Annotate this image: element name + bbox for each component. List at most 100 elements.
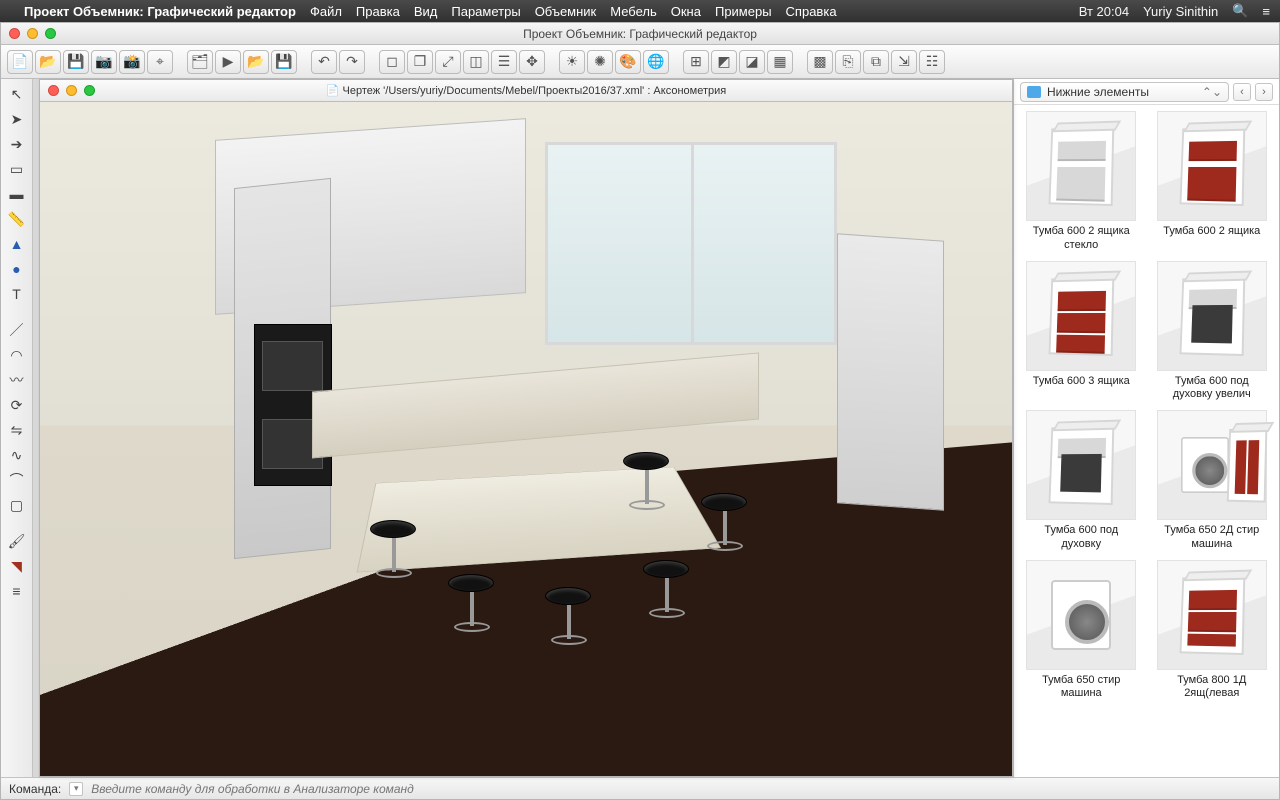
palette-icon[interactable]: 🎨: [615, 50, 641, 74]
save-file[interactable]: 💾: [63, 50, 89, 74]
rect-fill-tool[interactable]: ▬: [5, 183, 29, 205]
folder-blue-play[interactable]: ▶: [215, 50, 241, 74]
menu-obemnik[interactable]: Объемник: [535, 4, 597, 19]
zoom-icon[interactable]: [45, 28, 56, 39]
arrow-tool[interactable]: ➤: [5, 108, 29, 130]
pointer-tool[interactable]: ↖: [5, 83, 29, 105]
window-dup-icon[interactable]: ❐: [407, 50, 433, 74]
cube-blue-icon[interactable]: ◩: [711, 50, 737, 74]
center-area: 📄 Чертеж '/Users/yuriy/Documents/Mebel/П…: [33, 79, 1013, 777]
catalogue-item[interactable]: Тумба 600 3 ящика: [1020, 261, 1143, 403]
folder-open[interactable]: 📂: [243, 50, 269, 74]
spotlight-icon[interactable]: 🔍: [1232, 3, 1248, 19]
doc-zoom-icon[interactable]: [84, 85, 95, 96]
sphere-tool[interactable]: ●: [5, 258, 29, 280]
disk-icon[interactable]: 💾: [271, 50, 297, 74]
command-input[interactable]: [91, 782, 1271, 796]
grid-icon[interactable]: ▦: [767, 50, 793, 74]
catalogue-item[interactable]: Тумба 650 стир машина: [1020, 560, 1143, 702]
catalogue-item[interactable]: Тумба 650 2Д стир машина: [1151, 410, 1274, 552]
catalogue-item[interactable]: Тумба 600 2 ящика стекло: [1020, 111, 1143, 253]
new-file[interactable]: 📄: [7, 50, 33, 74]
open-file[interactable]: 📂: [35, 50, 61, 74]
catalogue-category-select[interactable]: Нижние элементы ⌃⌄: [1020, 82, 1229, 102]
measure-tool[interactable]: 📏: [5, 208, 29, 230]
doc-close-icon[interactable]: [48, 85, 59, 96]
window-icon[interactable]: ◻: [379, 50, 405, 74]
arrow-alt-tool[interactable]: ➔: [5, 133, 29, 155]
copy-stack-icon[interactable]: ⧉: [863, 50, 889, 74]
catalogue-item-label: Тумба 650 стир машина: [1025, 674, 1137, 702]
document-title: Чертеж '/Users/yuriy/Documents/Mebel/Про…: [343, 85, 727, 97]
menu-params[interactable]: Параметры: [451, 4, 520, 19]
catalogue-header: Нижние элементы ⌃⌄ ‹ ›: [1014, 79, 1279, 105]
menu-file[interactable]: Файл: [310, 4, 342, 19]
menubar-clock: Вт 20:04: [1079, 4, 1129, 19]
cube-dark-icon[interactable]: ◪: [739, 50, 765, 74]
link-icon[interactable]: ⇲: [891, 50, 917, 74]
catalogue-prev-button[interactable]: ‹: [1233, 83, 1251, 101]
catalogue-item[interactable]: Тумба 600 2 ящика: [1151, 111, 1274, 253]
move-icon[interactable]: ✥: [519, 50, 545, 74]
menu-view[interactable]: Вид: [414, 4, 438, 19]
rotate-tool[interactable]: ⟳: [5, 394, 29, 416]
camera-dark-icon[interactable]: 📸: [119, 50, 145, 74]
text-tool[interactable]: T: [5, 283, 29, 305]
cone-tool[interactable]: ▲: [5, 233, 29, 255]
crop-tool[interactable]: ▢: [5, 494, 29, 516]
kitchen-scene: [40, 102, 1012, 776]
fit-screen-icon[interactable]: ⤢: [435, 50, 461, 74]
close-icon[interactable]: [9, 28, 20, 39]
menubar-app-name[interactable]: Проект Объемник: Графический редактор: [24, 4, 296, 19]
minimize-icon[interactable]: [27, 28, 38, 39]
curve-tool[interactable]: ∿: [5, 444, 29, 466]
command-history-button[interactable]: ▾: [69, 782, 83, 796]
3d-viewport[interactable]: [40, 102, 1012, 776]
grid-dark-icon[interactable]: ▩: [807, 50, 833, 74]
cube-red-tool[interactable]: ◥: [5, 555, 29, 577]
catalogue-item[interactable]: Тумба 600 под духовку: [1020, 410, 1143, 552]
catalogue-thumb: [1026, 111, 1136, 221]
menu-furniture[interactable]: Мебель: [610, 4, 657, 19]
folder-icon: [1027, 86, 1041, 98]
sun-alt-icon[interactable]: ✺: [587, 50, 613, 74]
main-window-title: Проект Объемник: Графический редактор: [1, 27, 1279, 41]
menu-windows[interactable]: Окна: [671, 4, 701, 19]
layers-icon[interactable]: ☰: [491, 50, 517, 74]
command-label: Команда:: [9, 782, 61, 796]
sun-icon[interactable]: ☀: [559, 50, 585, 74]
undo-icon[interactable]: ↶: [311, 50, 337, 74]
earth-icon[interactable]: 🌐: [643, 50, 669, 74]
align-tool[interactable]: ≡: [5, 580, 29, 602]
menubar-user[interactable]: Yuriy Sinithin: [1143, 4, 1218, 19]
catalogue-next-button[interactable]: ›: [1255, 83, 1273, 101]
snap-icon[interactable]: ⌖: [147, 50, 173, 74]
arc-tool[interactable]: ◠: [5, 344, 29, 366]
catalogue-item-label: Тумба 600 под духовку: [1025, 524, 1137, 552]
catalogue-item[interactable]: Тумба 600 под духовку увелич: [1151, 261, 1274, 403]
arc2-tool[interactable]: ⌒: [5, 469, 29, 491]
main-titlebar: Проект Объемник: Графический редактор: [1, 23, 1279, 45]
menu-help[interactable]: Справка: [786, 4, 837, 19]
doc-minimize-icon[interactable]: [66, 85, 77, 96]
file-icon: 📄: [326, 85, 340, 97]
catalogue-panel: Нижние элементы ⌃⌄ ‹ › Тумба 600 2 ящика…: [1013, 79, 1279, 777]
object-icon[interactable]: ◫: [463, 50, 489, 74]
catalogue-item-label: Тумба 650 2Д стир машина: [1156, 524, 1268, 552]
flip-tool[interactable]: ⇋: [5, 419, 29, 441]
list-icon[interactable]: ☷: [919, 50, 945, 74]
catalogue-item[interactable]: Тумба 800 1Д 2ящ(левая: [1151, 560, 1274, 702]
menu-edit[interactable]: Правка: [356, 4, 400, 19]
catalogue-thumb: [1157, 560, 1267, 670]
redo-icon[interactable]: ↷: [339, 50, 365, 74]
polyline-tool[interactable]: 〰: [5, 369, 29, 391]
camera-icon[interactable]: 📷: [91, 50, 117, 74]
copy-icon[interactable]: ⎘: [835, 50, 861, 74]
menu-examples[interactable]: Примеры: [715, 4, 772, 19]
line-tool[interactable]: ／: [5, 319, 29, 341]
rect-tool[interactable]: ▭: [5, 158, 29, 180]
folder-blue[interactable]: 🗂: [187, 50, 213, 74]
group-icon[interactable]: ⊞: [683, 50, 709, 74]
menu-extra-icon[interactable]: ≡: [1262, 4, 1270, 19]
paint-tool[interactable]: 🖌: [5, 530, 29, 552]
